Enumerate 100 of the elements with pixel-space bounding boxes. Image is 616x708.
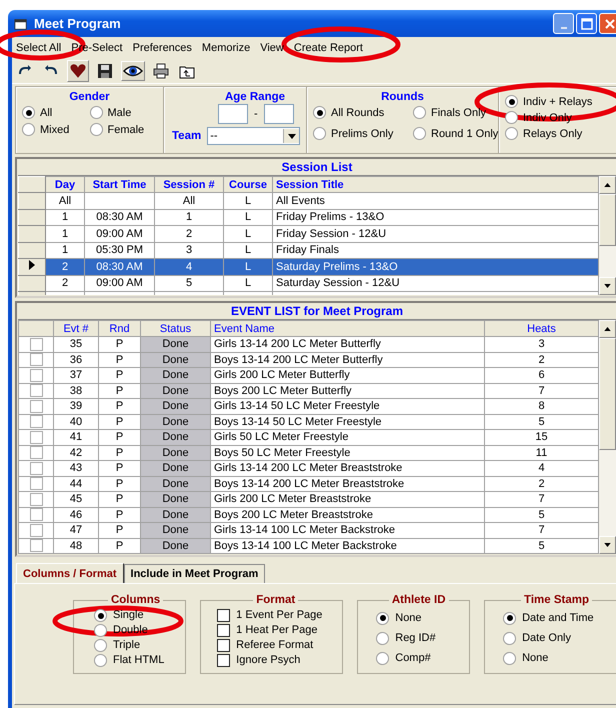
scrollbar[interactable]: [599, 320, 616, 554]
table-cell: Girls 13-14 50 LC Meter Freestyle: [214, 400, 380, 412]
radio-button[interactable]: Flat HTML: [94, 653, 178, 668]
checkbox[interactable]: [30, 462, 42, 475]
table-cell: P: [116, 369, 124, 382]
menu-item[interactable]: Memorize: [202, 42, 250, 54]
table-cell: 4: [538, 462, 545, 474]
table-cell: Done: [162, 354, 189, 366]
table-cell: 15: [535, 431, 548, 444]
team-dropdown[interactable]: --: [207, 127, 300, 145]
table-cell: Boys 13-14 200 LC Meter Butterfly: [214, 354, 383, 366]
radio-button[interactable]: Finals Only: [413, 106, 498, 119]
checkbox[interactable]: 1 Heat Per Page: [217, 623, 334, 638]
column-header[interactable]: Event Name: [210, 320, 484, 336]
team-label: Team: [172, 130, 202, 142]
table-cell: 3: [186, 244, 192, 256]
tab[interactable]: Columns / Format: [16, 563, 124, 583]
column-header[interactable]: Day: [46, 176, 84, 192]
close-button[interactable]: [599, 13, 616, 34]
radio-button[interactable]: Triple: [94, 638, 178, 653]
radio-button[interactable]: Female: [90, 123, 157, 136]
table-cell: 43: [70, 462, 82, 474]
radio-button[interactable]: Mixed: [22, 123, 90, 136]
table-cell: P: [116, 524, 124, 536]
table-cell: Girls 200 LC Meter Butterfly: [214, 369, 350, 382]
scroll-down-icon[interactable]: [599, 536, 616, 554]
min-age-field[interactable]: [218, 104, 248, 124]
table-cell: 2: [62, 260, 68, 273]
column-header[interactable]: Evt #: [54, 320, 98, 336]
checkbox[interactable]: [30, 524, 42, 537]
checkbox[interactable]: [30, 539, 42, 552]
radio-button[interactable]: Relays Only: [505, 127, 612, 140]
column-header[interactable]: Status: [140, 320, 210, 336]
table-cell: 1: [62, 244, 68, 256]
menu-item[interactable]: Create Report: [294, 42, 363, 54]
table-cell: 35: [70, 338, 82, 350]
checkbox[interactable]: [30, 446, 42, 460]
table-cell: P: [116, 431, 124, 444]
column-header[interactable]: Session Title: [272, 176, 598, 192]
scroll-down-icon[interactable]: [599, 277, 616, 295]
table-cell: 7: [538, 384, 545, 397]
checkbox[interactable]: Referee Format: [217, 638, 334, 653]
scroll-thumb[interactable]: [599, 194, 616, 246]
table-cell: Saturday Prelims - 13&O: [276, 260, 398, 273]
checkbox[interactable]: [30, 415, 42, 428]
radio-button[interactable]: Reg ID#: [376, 628, 462, 648]
table-cell: Done: [162, 508, 189, 521]
checkbox[interactable]: [30, 368, 42, 382]
radio-button[interactable]: Male: [90, 106, 157, 119]
table-cell: P: [116, 400, 124, 412]
radio-button[interactable]: Single: [94, 608, 178, 623]
radio-button[interactable]: Date and Time: [503, 608, 610, 628]
table-cell: L: [244, 228, 252, 240]
radio-button[interactable]: None: [376, 608, 462, 628]
radio-button[interactable]: Comp#: [376, 648, 462, 668]
radio-button[interactable]: Date Only: [503, 628, 610, 648]
menu-item[interactable]: View: [260, 42, 284, 54]
checkbox[interactable]: [30, 508, 42, 522]
column-header[interactable]: Heats: [484, 320, 598, 336]
radio-button[interactable]: None: [503, 648, 610, 668]
table-cell: 1: [186, 211, 192, 224]
table-cell: Done: [162, 462, 189, 474]
table-cell: P: [116, 462, 124, 474]
scroll-up-icon[interactable]: [599, 320, 616, 338]
radio-button[interactable]: All Rounds: [313, 106, 413, 119]
radio-button[interactable]: All: [22, 106, 90, 119]
checkbox[interactable]: [30, 492, 42, 506]
printer-icon[interactable]: [151, 61, 171, 81]
checkbox[interactable]: [30, 430, 42, 444]
table-cell: 41: [70, 431, 82, 444]
max-age-field[interactable]: [264, 104, 294, 124]
save-icon[interactable]: [95, 61, 115, 81]
scrollbar[interactable]: [599, 176, 616, 295]
tab[interactable]: Include in Meet Program: [124, 564, 266, 583]
column-header[interactable]: Start Time: [84, 176, 154, 192]
checkbox[interactable]: [30, 400, 42, 413]
checkbox[interactable]: [30, 353, 42, 366]
scroll-up-icon[interactable]: [599, 176, 616, 194]
table-cell: 5: [186, 277, 192, 290]
checkbox[interactable]: 1 Event Per Page: [217, 608, 334, 623]
radio-button[interactable]: Indiv + Relays: [505, 95, 612, 108]
radio-button[interactable]: Prelims Only: [313, 127, 413, 140]
menu-item[interactable]: Preferences: [132, 42, 192, 54]
table-cell: 42: [70, 446, 82, 459]
minimize-button[interactable]: [553, 13, 574, 34]
checkbox[interactable]: [30, 338, 42, 351]
scroll-thumb[interactable]: [599, 338, 616, 450]
eye-icon[interactable]: [121, 61, 145, 81]
column-header[interactable]: Session #: [154, 176, 224, 192]
table-cell: P: [116, 446, 124, 459]
checkbox[interactable]: [30, 384, 42, 398]
checkbox[interactable]: Ignore Psych: [217, 653, 334, 668]
radio-button[interactable]: Round 1 Only: [413, 127, 498, 140]
column-header[interactable]: Course: [224, 176, 272, 192]
checkbox[interactable]: [30, 477, 42, 490]
table-cell: L: [244, 194, 252, 207]
table-cell: Friday Prelims - 13&O: [276, 211, 384, 224]
table-cell: 2: [186, 228, 192, 240]
column-header[interactable]: Rnd: [98, 320, 140, 336]
maximize-button[interactable]: [576, 13, 597, 34]
